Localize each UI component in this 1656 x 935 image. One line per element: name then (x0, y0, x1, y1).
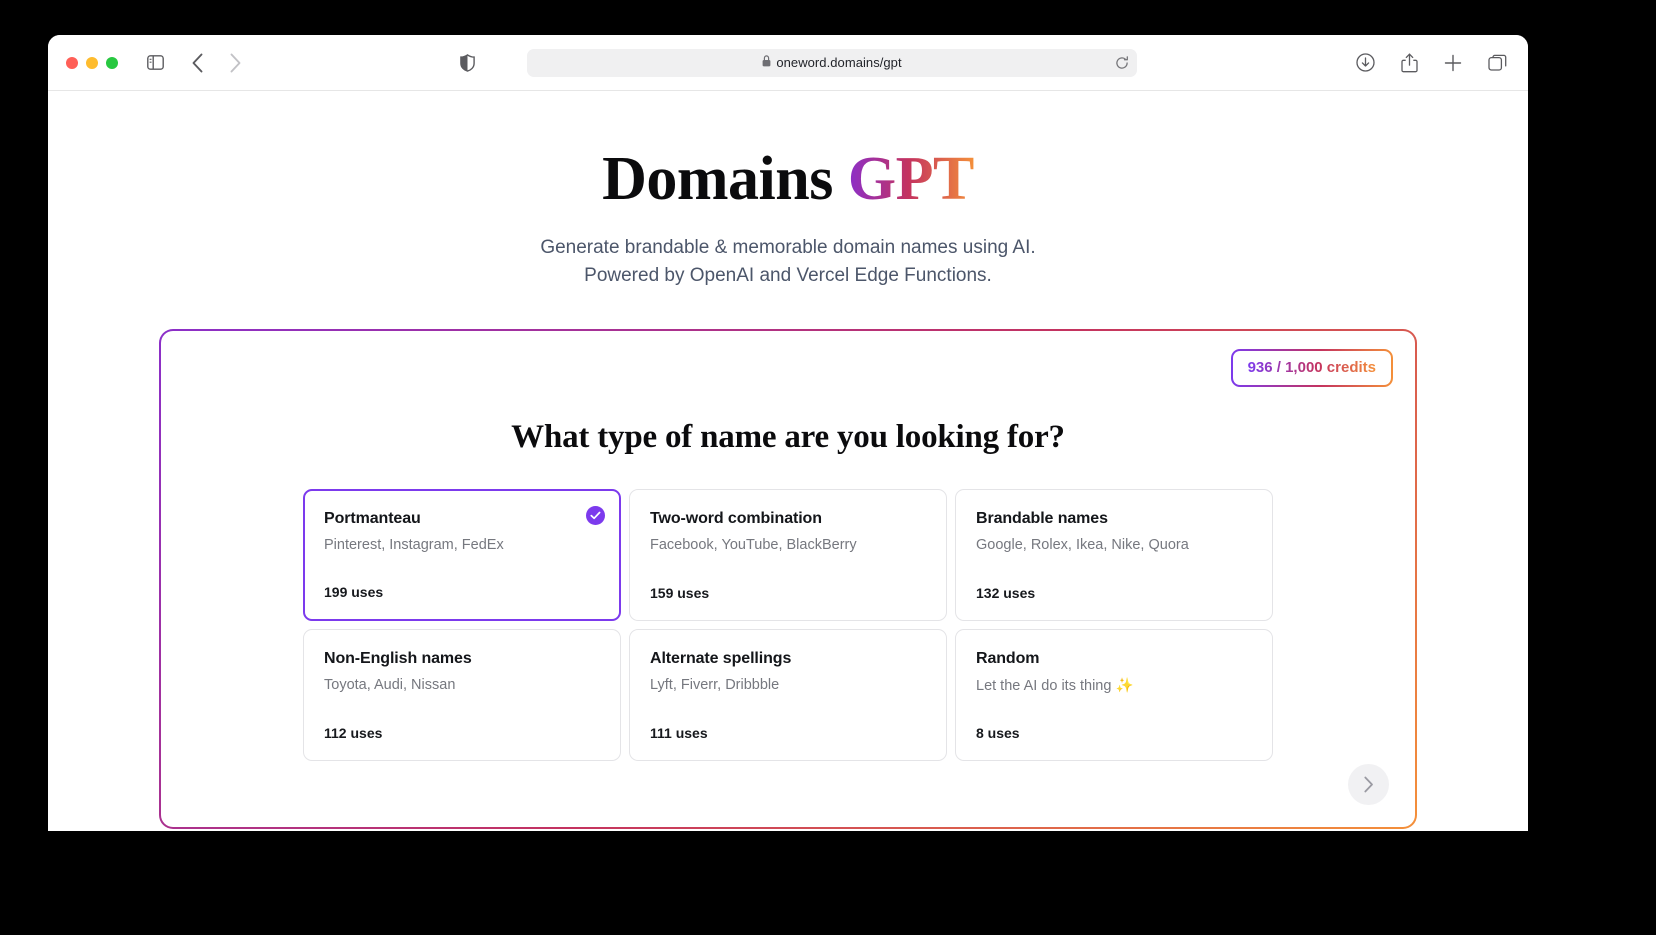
page-content: Domains GPT Generate brandable & memorab… (48, 91, 1528, 831)
option-examples: Let the AI do its thing ✨ (976, 677, 1252, 694)
page-title-main: Domains (602, 145, 833, 213)
option-title: Brandable names (976, 510, 1252, 528)
hero-subtitle: Generate brandable & memorable domain na… (48, 234, 1528, 289)
new-tab-icon[interactable] (1438, 48, 1468, 78)
option-card-random[interactable]: Random Let the AI do its thing ✨ 8 uses (955, 629, 1273, 761)
option-title: Random (976, 650, 1252, 668)
credits-badge-inner: 936 / 1,000 credits (1233, 351, 1391, 385)
sidebar-toggle-icon[interactable] (140, 48, 170, 78)
option-title: Alternate spellings (650, 650, 926, 668)
generator-panel: 936 / 1,000 credits What type of name ar… (159, 329, 1417, 829)
option-uses-count: 8 uses (976, 725, 1020, 741)
privacy-shield-icon[interactable] (452, 48, 482, 78)
share-icon[interactable] (1394, 48, 1424, 78)
name-type-option-grid: Portmanteau Pinterest, Instagram, FedEx … (303, 489, 1273, 761)
option-card-brandable-names[interactable]: Brandable names Google, Rolex, Ikea, Nik… (955, 489, 1273, 621)
zoom-window-button[interactable] (106, 57, 118, 69)
option-examples: Pinterest, Instagram, FedEx (324, 537, 600, 553)
option-card-portmanteau[interactable]: Portmanteau Pinterest, Instagram, FedEx … (303, 489, 621, 621)
option-title: Non-English names (324, 650, 600, 668)
credits-text: 936 / 1,000 credits (1248, 359, 1376, 376)
downloads-icon[interactable] (1350, 48, 1380, 78)
back-button[interactable] (182, 48, 212, 78)
option-examples: Facebook, YouTube, BlackBerry (650, 537, 926, 553)
navigation-buttons (182, 48, 250, 78)
option-uses-count: 111 uses (650, 725, 708, 741)
check-circle-icon (586, 506, 605, 525)
address-bar-url: oneword.domains/gpt (776, 55, 901, 70)
option-uses-count: 199 uses (324, 584, 383, 600)
sparkles-icon: ✨ (1115, 678, 1133, 694)
option-examples: Google, Rolex, Ikea, Nike, Quora (976, 537, 1252, 553)
safari-window: oneword.domains/gpt (48, 35, 1528, 831)
page-title-accent: GPT (848, 145, 974, 213)
option-examples: Lyft, Fiverr, Dribbble (650, 677, 926, 693)
browser-toolbar: oneword.domains/gpt (48, 35, 1528, 91)
option-examples-text: Let the AI do its thing (976, 678, 1115, 694)
option-title: Two-word combination (650, 510, 926, 528)
minimize-window-button[interactable] (86, 57, 98, 69)
option-card-alternate-spellings[interactable]: Alternate spellings Lyft, Fiverr, Dribbb… (629, 629, 947, 761)
next-step-button[interactable] (1348, 764, 1389, 805)
option-uses-count: 112 uses (324, 725, 382, 741)
generator-panel-inner: 936 / 1,000 credits What type of name ar… (161, 331, 1415, 827)
address-bar-content: oneword.domains/gpt (762, 54, 901, 72)
close-window-button[interactable] (66, 57, 78, 69)
option-title: Portmanteau (324, 510, 600, 528)
panel-heading: What type of name are you looking for? (185, 419, 1391, 456)
option-uses-count: 132 uses (976, 585, 1035, 601)
option-uses-count: 159 uses (650, 585, 709, 601)
reload-icon[interactable] (1115, 56, 1129, 70)
window-traffic-lights (66, 57, 118, 69)
page-title: Domains GPT (48, 147, 1528, 212)
forward-button[interactable] (220, 48, 250, 78)
option-card-non-english-names[interactable]: Non-English names Toyota, Audi, Nissan 1… (303, 629, 621, 761)
lock-icon (762, 54, 771, 72)
option-examples: Toyota, Audi, Nissan (324, 677, 600, 693)
hero-section: Domains GPT Generate brandable & memorab… (48, 91, 1528, 289)
address-bar[interactable]: oneword.domains/gpt (527, 49, 1137, 77)
credits-badge: 936 / 1,000 credits (1231, 349, 1393, 387)
option-card-two-word-combination[interactable]: Two-word combination Facebook, YouTube, … (629, 489, 947, 621)
hero-subtitle-line2: Powered by OpenAI and Vercel Edge Functi… (48, 262, 1528, 290)
screenshot-root: oneword.domains/gpt (0, 0, 1656, 935)
chevron-right-icon (1363, 776, 1374, 793)
hero-subtitle-line1: Generate brandable & memorable domain na… (48, 234, 1528, 262)
toolbar-right-actions (1350, 48, 1512, 78)
tab-overview-icon[interactable] (1482, 48, 1512, 78)
